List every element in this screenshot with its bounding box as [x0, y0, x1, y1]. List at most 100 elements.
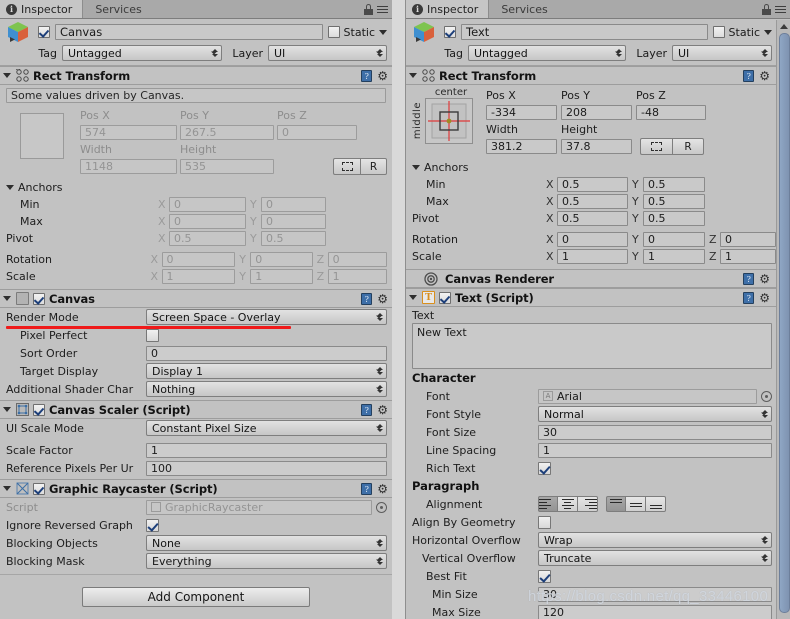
pixel-perfect-checkbox[interactable]: [146, 328, 159, 342]
chevron-down-icon[interactable]: [379, 29, 387, 35]
align-center-button[interactable]: [558, 496, 578, 512]
gameobject-name-input[interactable]: Text: [461, 24, 708, 40]
canvas-enabled-checkbox[interactable]: [33, 292, 45, 305]
font-size-input[interactable]: 30: [538, 424, 772, 440]
font-field[interactable]: A Arial: [538, 388, 757, 404]
static-toggle-group[interactable]: Static: [712, 26, 772, 39]
gear-icon[interactable]: ⚙: [377, 483, 388, 495]
scale-x-input[interactable]: 1: [161, 269, 236, 284]
tag-dropdown[interactable]: Untagged: [62, 45, 222, 61]
tab-inspector[interactable]: i Inspector: [406, 0, 490, 18]
render-mode-dropdown[interactable]: Screen Space - Overlay: [146, 309, 387, 325]
pos-x-input[interactable]: -334: [486, 105, 557, 120]
pos-z-input[interactable]: -48: [636, 105, 706, 120]
help-icon[interactable]: ?: [361, 70, 373, 82]
help-icon[interactable]: ?: [743, 273, 755, 285]
blocking-objects-dropdown[interactable]: None: [146, 535, 387, 551]
gear-icon[interactable]: ⚙: [759, 273, 770, 285]
anchor-max-y-input[interactable]: 0: [261, 214, 326, 229]
anchor-max-y-input[interactable]: 0.5: [643, 194, 705, 209]
rotation-z-input[interactable]: 0: [720, 232, 776, 247]
scale-x-input[interactable]: 1: [557, 249, 628, 264]
script-field[interactable]: GraphicRaycaster: [146, 499, 372, 515]
foldout-icon[interactable]: [412, 165, 420, 170]
gear-icon[interactable]: ⚙: [377, 404, 388, 416]
foldout-icon[interactable]: [409, 295, 417, 300]
foldout-icon[interactable]: [6, 185, 14, 190]
vertical-scrollbar[interactable]: [776, 20, 790, 619]
line-spacing-input[interactable]: 1: [538, 442, 772, 458]
scale-y-input[interactable]: 1: [250, 269, 313, 284]
align-right-button[interactable]: [578, 496, 598, 512]
component-header-canvas[interactable]: Canvas ? ⚙: [0, 289, 392, 308]
pivot-y-input[interactable]: 0.5: [261, 231, 326, 246]
align-top-button[interactable]: [606, 496, 626, 512]
object-picker-icon[interactable]: [376, 501, 387, 513]
horizontal-overflow-dropdown[interactable]: Wrap: [538, 532, 772, 548]
width-input[interactable]: 1148: [80, 159, 177, 174]
help-icon[interactable]: ?: [361, 404, 373, 416]
pivot-x-input[interactable]: 0.5: [169, 231, 246, 246]
ui-scale-mode-dropdown[interactable]: Constant Pixel Size: [146, 420, 387, 436]
reference-pixels-input[interactable]: 100: [146, 460, 387, 476]
lock-icon[interactable]: [364, 4, 373, 15]
component-header-graphic-raycaster[interactable]: Graphic Raycaster (Script) ? ⚙: [0, 479, 392, 498]
scale-y-input[interactable]: 1: [643, 249, 705, 264]
rotation-x-input[interactable]: 0: [557, 232, 628, 247]
gear-icon[interactable]: ⚙: [377, 70, 388, 82]
add-component-button[interactable]: Add Component: [82, 587, 310, 607]
anchor-min-x-input[interactable]: 0: [169, 197, 246, 212]
target-display-dropdown[interactable]: Display 1: [146, 363, 387, 379]
align-bottom-button[interactable]: [646, 496, 666, 512]
static-toggle-group[interactable]: Static: [327, 26, 387, 39]
raw-mode-button[interactable]: R: [672, 138, 704, 155]
tab-services[interactable]: Services: [83, 0, 151, 18]
gameobject-enabled-checkbox[interactable]: [38, 26, 50, 38]
help-icon[interactable]: ?: [743, 292, 755, 304]
anchor-max-x-input[interactable]: 0.5: [557, 194, 628, 209]
align-left-button[interactable]: [538, 496, 558, 512]
menu-icon[interactable]: [775, 5, 786, 14]
align-middle-button[interactable]: [626, 496, 646, 512]
help-icon[interactable]: ?: [361, 483, 373, 495]
chevron-down-icon[interactable]: [764, 29, 772, 35]
object-picker-icon[interactable]: [761, 390, 772, 402]
ignore-reversed-checkbox[interactable]: [146, 518, 159, 532]
foldout-icon[interactable]: [3, 73, 11, 78]
anchor-min-y-input[interactable]: 0: [261, 197, 326, 212]
rotation-x-input[interactable]: 0: [161, 252, 236, 267]
min-size-input[interactable]: 30: [538, 586, 772, 602]
pos-x-input[interactable]: 574: [80, 125, 177, 140]
raw-mode-button[interactable]: R: [360, 158, 387, 175]
max-size-input[interactable]: 120: [538, 604, 772, 619]
scale-z-input[interactable]: 1: [720, 249, 776, 264]
font-style-dropdown[interactable]: Normal: [538, 406, 772, 422]
scrollbar-thumb[interactable]: [779, 33, 790, 613]
scroll-up-arrow-icon[interactable]: [777, 20, 790, 32]
foldout-icon[interactable]: [409, 73, 417, 78]
tag-dropdown[interactable]: Untagged: [468, 45, 626, 61]
align-by-geometry-checkbox[interactable]: [538, 515, 551, 529]
component-header-rect-transform[interactable]: Rect Transform ? ⚙: [0, 66, 392, 85]
sort-order-input[interactable]: 0: [146, 345, 387, 361]
height-input[interactable]: 37.8: [561, 139, 632, 154]
rotation-y-input[interactable]: 0: [250, 252, 313, 267]
pos-y-input[interactable]: 208: [561, 105, 632, 120]
anchors-foldout-row[interactable]: Anchors: [0, 179, 392, 196]
foldout-icon[interactable]: [3, 486, 11, 491]
best-fit-checkbox[interactable]: [538, 569, 551, 583]
layer-dropdown[interactable]: UI: [268, 45, 387, 61]
component-header-canvas-renderer[interactable]: Canvas Renderer ? ⚙: [406, 269, 790, 288]
tab-services[interactable]: Services: [489, 0, 557, 18]
gameobject-name-input[interactable]: Canvas: [55, 24, 323, 40]
anchor-preset-widget-left[interactable]: [6, 107, 74, 175]
menu-icon[interactable]: [377, 5, 388, 14]
anchor-max-x-input[interactable]: 0: [169, 214, 246, 229]
gear-icon[interactable]: ⚙: [759, 70, 770, 82]
gear-icon[interactable]: ⚙: [759, 292, 770, 304]
pos-y-input[interactable]: 267.5: [180, 125, 274, 140]
anchor-min-y-input[interactable]: 0.5: [643, 177, 705, 192]
pivot-x-input[interactable]: 0.5: [557, 211, 628, 226]
scale-z-input[interactable]: 1: [327, 269, 388, 284]
text-content-textarea[interactable]: New Text: [412, 323, 772, 369]
